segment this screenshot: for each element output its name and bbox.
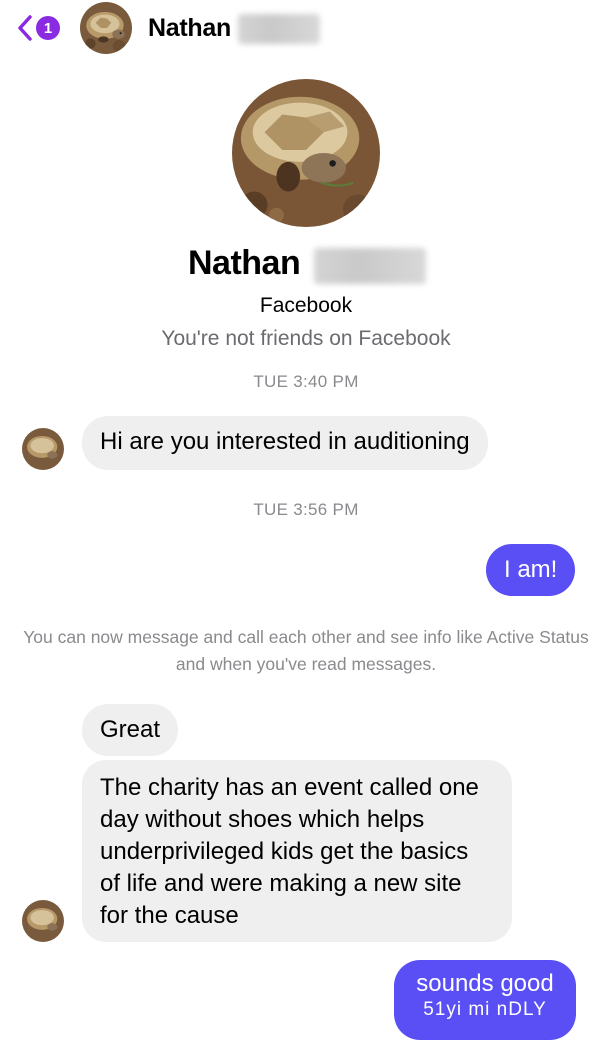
sender-avatar[interactable] <box>22 900 64 942</box>
system-notice: You can now message and call each other … <box>23 627 589 674</box>
incoming-message[interactable]: Great <box>82 704 179 756</box>
message-text: sounds good <box>416 970 554 997</box>
contact-name[interactable]: Nathan <box>148 14 231 43</box>
message-timestamp: TUE 3:40 PM <box>253 372 359 391</box>
sender-avatar[interactable] <box>22 428 64 470</box>
back-button[interactable]: 1 <box>16 10 60 46</box>
tortoise-photo <box>232 79 380 227</box>
redacted-surname <box>314 248 426 284</box>
tortoise-photo <box>80 2 132 54</box>
profile-name: Nathan <box>188 244 301 282</box>
unread-count-badge: 1 <box>36 16 60 40</box>
outgoing-message[interactable]: I am! <box>486 544 576 596</box>
incoming-message[interactable]: Hi are you interested in auditioning <box>82 416 488 470</box>
watermark-text: 51yi mi nDLY <box>423 999 547 1020</box>
chevron-left-icon <box>18 15 32 41</box>
tortoise-photo <box>22 428 64 470</box>
profile-platform: Facebook <box>259 294 353 317</box>
conversation-header: 1 Nathan <box>0 0 612 60</box>
contact-avatar[interactable] <box>80 2 132 54</box>
redacted-surname <box>238 14 320 44</box>
friend-status: You're not friends on Facebook <box>161 327 451 350</box>
tortoise-photo <box>22 900 64 942</box>
profile-avatar[interactable] <box>232 79 380 227</box>
incoming-message[interactable]: The charity has an event called one day … <box>82 760 512 942</box>
message-timestamp: TUE 3:56 PM <box>253 500 359 519</box>
outgoing-message[interactable]: sounds good 51yi mi nDLY <box>394 960 576 1040</box>
